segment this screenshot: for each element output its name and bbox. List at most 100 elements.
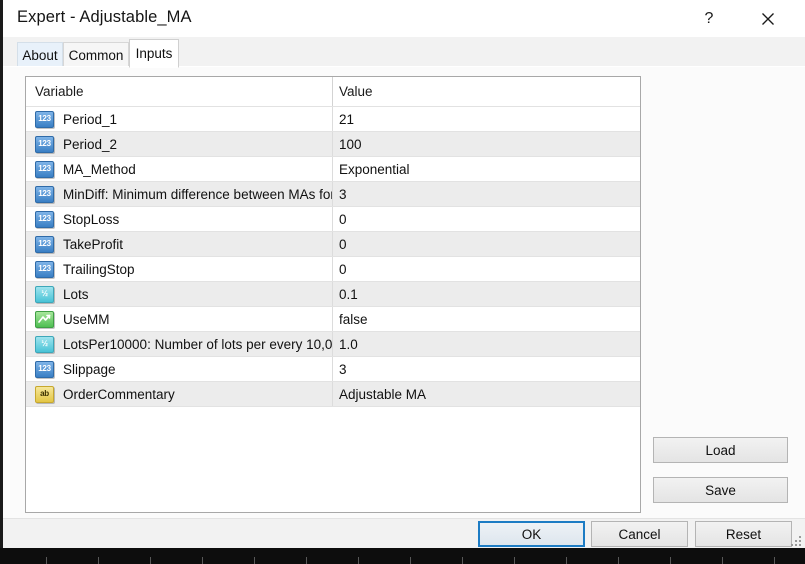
table-row[interactable]: 123 MA_Method Exponential (26, 157, 640, 182)
close-icon[interactable] (745, 0, 791, 37)
type-icon-glyph: ab (40, 390, 49, 398)
help-icon-glyph: ? (705, 10, 714, 28)
variable-value: Adjustable MA (339, 387, 426, 402)
string-type-icon: ab (35, 386, 54, 403)
cell-value[interactable]: Adjustable MA (332, 382, 640, 406)
cell-value[interactable]: Exponential (332, 157, 640, 181)
variable-name: TakeProfit (63, 237, 123, 252)
variable-name: MA_Method (63, 162, 136, 177)
cell-variable: ab OrderCommentary (26, 382, 332, 406)
cell-variable: 123 TakeProfit (26, 232, 332, 256)
int-type-icon: 123 (35, 161, 54, 178)
bool-type-icon (35, 311, 54, 328)
table-row[interactable]: 123 TakeProfit 0 (26, 232, 640, 257)
variable-value: 0 (339, 262, 347, 277)
window-title: Expert - Adjustable_MA (17, 8, 192, 27)
title-bar: Expert - Adjustable_MA ? (3, 0, 805, 37)
type-icon-glyph: 123 (38, 215, 50, 223)
ok-button[interactable]: OK (478, 521, 585, 547)
int-type-icon: 123 (35, 111, 54, 128)
cell-value[interactable]: 0.1 (332, 282, 640, 306)
variable-value: 0 (339, 237, 347, 252)
double-type-icon: ½ (35, 286, 54, 303)
table-row[interactable]: 123 MinDiff: Minimum difference between M… (26, 182, 640, 207)
variable-value: 1.0 (339, 337, 358, 352)
variable-name: Slippage (63, 362, 116, 377)
int-type-icon: 123 (35, 261, 54, 278)
variable-name: TrailingStop (63, 262, 135, 277)
type-icon-glyph: 123 (38, 240, 50, 248)
variable-value: 3 (339, 187, 347, 202)
cell-value[interactable]: 1.0 (332, 332, 640, 356)
int-type-icon: 123 (35, 186, 54, 203)
cell-variable: ½Lots (26, 282, 332, 306)
variable-value: Exponential (339, 162, 410, 177)
tab-about[interactable]: About (17, 42, 63, 67)
chart-bottom-axis (0, 548, 805, 564)
screen: Expert - Adjustable_MA ? About Common In… (0, 0, 805, 564)
cell-value[interactable]: 0 (332, 207, 640, 231)
table-row[interactable]: 123 Slippage 3 (26, 357, 640, 382)
cell-variable: 123 MinDiff: Minimum difference between M… (26, 182, 332, 206)
variable-name: UseMM (63, 312, 110, 327)
variable-name: Period_2 (63, 137, 117, 152)
cell-value[interactable]: 0 (332, 257, 640, 281)
cell-variable: 123 MA_Method (26, 157, 332, 181)
inputs-table[interactable]: Variable Value 123Period_121123Period_21… (25, 76, 641, 513)
cell-value[interactable]: 0 (332, 232, 640, 256)
tab-panel-inputs: Variable Value 123Period_121123Period_21… (3, 66, 805, 519)
table-row[interactable]: 123 StopLoss 0 (26, 207, 640, 232)
column-header-variable: Variable (26, 84, 84, 99)
cell-variable: 123 Period_2 (26, 132, 332, 156)
cell-value[interactable]: 3 (332, 357, 640, 381)
table-row[interactable]: 123 TrailingStop 0 (26, 257, 640, 282)
cell-value[interactable]: 100 (332, 132, 640, 156)
variable-name: Period_1 (63, 112, 117, 127)
save-button[interactable]: Save (653, 477, 788, 503)
cell-variable: 123 Period_1 (26, 107, 332, 131)
variable-name: MinDiff: Minimum difference between MAs … (63, 187, 332, 202)
variable-name: StopLoss (63, 212, 119, 227)
variable-name: LotsPer10000: Number of lots per every 1… (63, 337, 332, 352)
type-icon-glyph: 123 (38, 190, 50, 198)
resize-grip[interactable] (791, 536, 802, 547)
dialog-footer: OK Cancel Reset (3, 518, 805, 549)
cancel-button[interactable]: Cancel (591, 521, 688, 547)
tab-strip: About Common Inputs (3, 37, 805, 68)
cell-value[interactable]: 3 (332, 182, 640, 206)
type-icon-glyph: ½ (41, 340, 47, 348)
table-row[interactable]: 123 Period_1 21 (26, 107, 640, 132)
cell-variable: 123 Slippage (26, 357, 332, 381)
column-header-value: Value (339, 84, 373, 99)
cell-value[interactable]: false (332, 307, 640, 331)
variable-name: OrderCommentary (63, 387, 175, 402)
cell-value[interactable]: 21 (332, 107, 640, 131)
int-type-icon: 123 (35, 236, 54, 253)
reset-button[interactable]: Reset (695, 521, 792, 547)
load-button[interactable]: Load (653, 437, 788, 463)
table-row[interactable]: ab OrderCommentary Adjustable MA (26, 382, 640, 407)
cell-variable: ½ LotsPer10000: Number of lots per every … (26, 332, 332, 356)
table-row[interactable]: 123 Period_2 100 (26, 132, 640, 157)
double-type-icon: ½ (35, 336, 54, 353)
int-type-icon: 123 (35, 361, 54, 378)
table-header-row: Variable Value (26, 77, 640, 107)
variable-value: false (339, 312, 368, 327)
table-row[interactable]: ½ LotsPer10000: Number of lots per every … (26, 332, 640, 357)
type-icon-glyph: ½ (41, 290, 47, 298)
int-type-icon: 123 (35, 211, 54, 228)
cell-variable: UseMM (26, 307, 332, 331)
int-type-icon: 123 (35, 136, 54, 153)
header-cell-value: Value (332, 77, 640, 106)
type-icon-glyph: 123 (38, 140, 50, 148)
type-icon-glyph: 123 (38, 365, 50, 373)
tab-inputs[interactable]: Inputs (129, 39, 179, 68)
table-row[interactable]: UseMM false (26, 307, 640, 332)
tab-common[interactable]: Common (63, 42, 129, 67)
type-icon-glyph: 123 (38, 165, 50, 173)
table-row[interactable]: ½Lots0.1 (26, 282, 640, 307)
variable-value: 3 (339, 362, 347, 377)
type-icon-glyph: 123 (38, 265, 50, 273)
help-icon[interactable]: ? (686, 0, 732, 37)
type-icon-glyph: 123 (38, 115, 50, 123)
